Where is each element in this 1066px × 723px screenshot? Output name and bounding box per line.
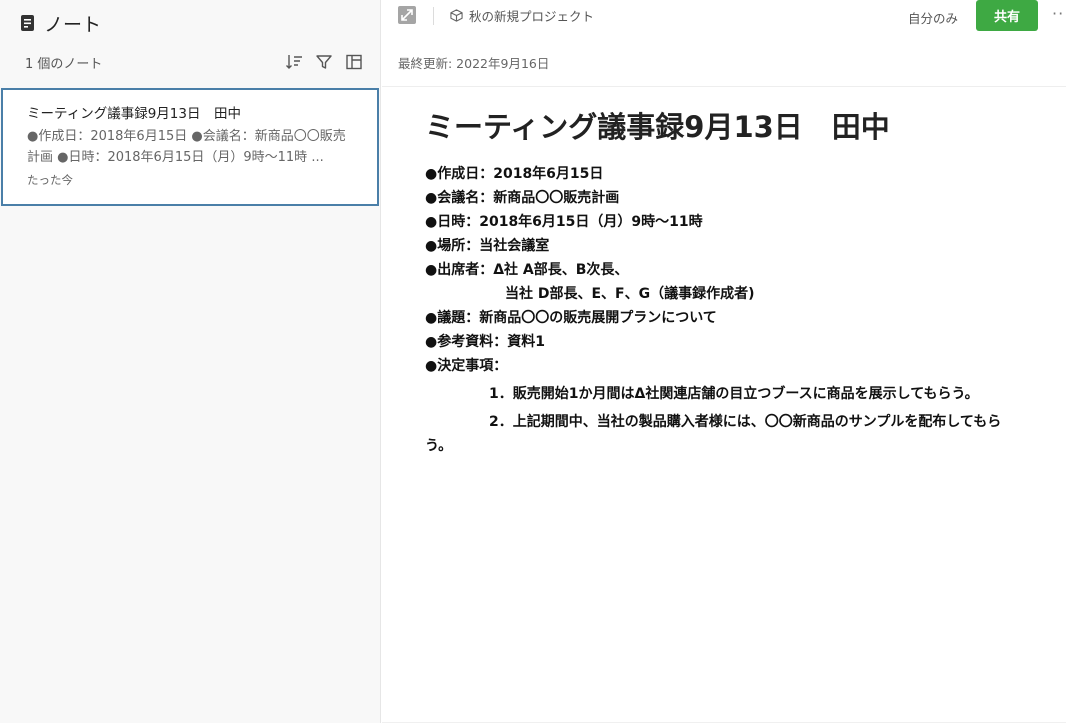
sidebar-header: ノート xyxy=(20,11,102,36)
sort-button[interactable] xyxy=(284,52,304,72)
decision-item: 2．上記期間中、当社の製品購入者様には、〇〇新商品のサンプルを配布してもらう。 xyxy=(425,414,1002,454)
layout-icon xyxy=(346,54,362,70)
note-line: ●議題：新商品〇〇の販売展開プランについて xyxy=(425,310,717,326)
note-title[interactable]: ミーティング議事録9月13日 田中 xyxy=(425,107,1025,147)
more-options-button[interactable]: ·· xyxy=(1052,4,1064,23)
header-divider xyxy=(382,86,1066,87)
notebook-name: 秋の新規プロジェクト xyxy=(469,9,595,24)
note-line: ●出席者：Δ社 A部長、B次長、 xyxy=(425,262,629,278)
note-list-item[interactable]: ミーティング議事録9月13日 田中 ●作成日：2018年6月15日 ●会議名：新… xyxy=(1,88,379,206)
sidebar-tools xyxy=(284,52,364,72)
note-list-panel: ノート 1 個のノート ミーティング議事録9月13日 田中 ●作成日：2018年… xyxy=(0,0,381,723)
note-body[interactable]: ミーティング議事録9月13日 田中 ●作成日：2018年6月15日 ●会議名：新… xyxy=(425,107,1025,458)
note-item-snippet: ●作成日：2018年6月15日 ●会議名：新商品〇〇販売計画 ●日時：2018年… xyxy=(27,129,346,165)
filter-icon xyxy=(316,55,332,69)
share-button[interactable]: 共有 xyxy=(976,0,1038,31)
last-updated: 最終更新: 2022年9月16日 xyxy=(398,56,550,71)
note-line: ●日時：2018年6月15日（月）9時〜11時 xyxy=(425,214,703,230)
notebook-selector[interactable]: 秋の新規プロジェクト xyxy=(450,6,594,25)
note-line: ●作成日：2018年6月15日 xyxy=(425,166,604,182)
note-line: ●場所：当社会議室 xyxy=(425,238,550,254)
note-item-time: たった今 xyxy=(27,173,73,187)
toolbar-divider xyxy=(433,7,434,25)
editor-toolbar: 秋の新規プロジェクト 自分のみ 共有 ·· xyxy=(382,0,1066,32)
filter-button[interactable] xyxy=(314,52,334,72)
layout-button[interactable] xyxy=(344,52,364,72)
sort-icon xyxy=(286,55,302,69)
note-line: 当社 D部長、E、F、G（議事録作成者) xyxy=(505,286,755,302)
expand-icon[interactable] xyxy=(398,6,416,24)
decision-item: 1．販売開始1か月間はΔ社関連店舗の目立つブースに商品を展示してもらう。 xyxy=(489,386,979,402)
note-line: ●決定事項： xyxy=(425,358,508,374)
note-item-title: ミーティング議事録9月13日 田中 xyxy=(27,106,241,122)
note-icon xyxy=(21,15,34,31)
sidebar-title: ノート xyxy=(44,13,102,36)
note-line: ●会議名：新商品〇〇販売計画 xyxy=(425,190,620,206)
note-count: 1 個のノート xyxy=(25,57,103,72)
note-editor: 秋の新規プロジェクト 自分のみ 共有 ·· 最終更新: 2022年9月16日 ミ… xyxy=(382,0,1066,723)
cube-icon xyxy=(450,9,463,22)
visibility-button[interactable]: 自分のみ xyxy=(908,8,958,27)
note-line: ●参考資料：資料1 xyxy=(425,334,545,350)
